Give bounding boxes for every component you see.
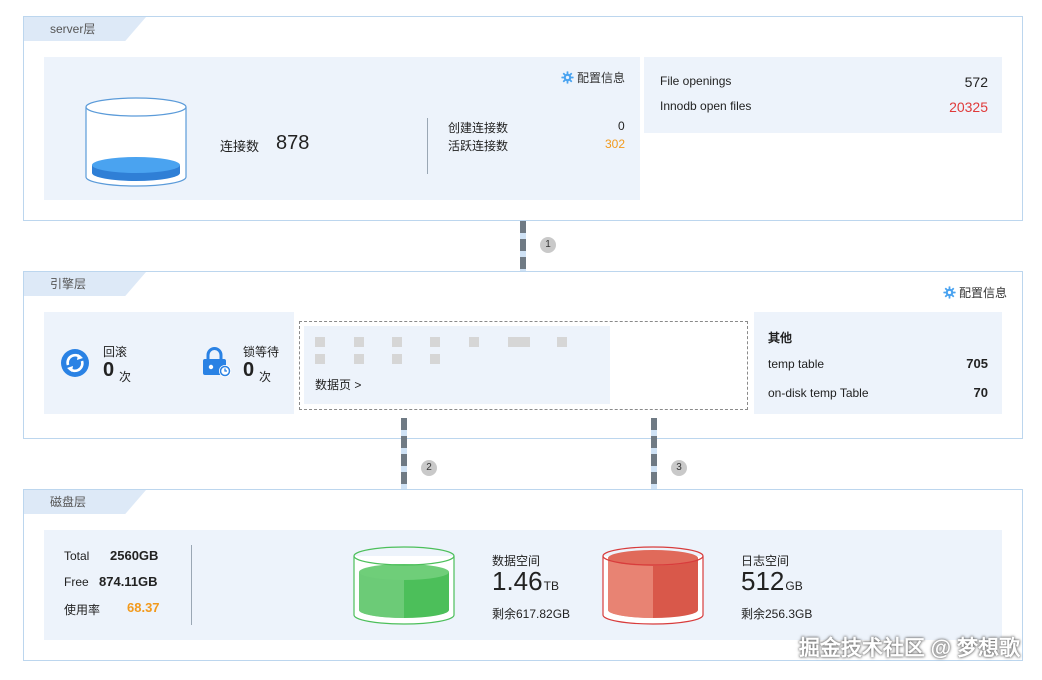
created-connections-value: 0 [618,119,625,133]
rollback-label: 回滚 [103,345,128,359]
usage-label: 使用率 [64,603,101,617]
server-connections-panel: 连接数 878 创建连接数 0 活跃连接数 302 配置信息 [44,57,640,200]
log-space-cylinder-icon [602,546,704,625]
engine-layer-section: 引擎层 配置信息 回滚 0 次 锁等待 0 次 数据页 > 其他 temp ta… [23,271,1023,439]
lockwait-unit: 次 [259,370,272,384]
gear-icon [561,71,574,84]
lock-clock-icon [203,347,231,377]
watermark: 掘金技术社区 @ 梦想歌 [798,637,1020,660]
innodb-open-files-label: Innodb open files [660,99,752,113]
engine-config-button[interactable]: 配置信息 [943,284,1007,301]
server-config-button[interactable]: 配置信息 [561,69,625,86]
gear-icon [943,286,956,299]
engine-stats-panel: 回滚 0 次 锁等待 0 次 [44,312,294,414]
rollback-unit: 次 [119,370,132,384]
buffer-pool-box: 数据页 > [299,321,748,410]
usage-value: 68.37 [127,600,160,615]
log-space-remaining: 剩余256.3GB [741,607,813,621]
data-space-value: 1.46TB [492,566,559,597]
log-space-number: 512 [741,566,785,596]
data-page-cell [557,337,567,347]
server-layer-tag: server层 [24,17,146,41]
data-page-cell [508,337,530,347]
connector-1 [520,221,526,271]
connector-badge-3: 3 [671,460,687,476]
connections-value: 878 [276,132,310,154]
active-connections-label: 活跃连接数 [448,139,509,153]
data-page-cell [354,354,364,364]
data-page-cell [430,354,440,364]
engine-layer-tag: 引擎层 [24,272,146,296]
data-space-unit: TB [543,579,559,593]
data-page-link[interactable]: 数据页 > [315,376,361,393]
log-space-unit: GB [785,579,803,593]
data-page-cell [315,337,325,347]
engine-config-label: 配置信息 [959,286,1008,300]
database-cylinder-icon [85,97,187,187]
created-connections-label: 创建连接数 [448,121,509,135]
disk-layer-tag: 磁盘层 [24,490,146,514]
data-page-cell [354,337,364,347]
engine-other-panel: 其他 temp table 705 on-disk temp Table 70 [754,312,1002,414]
free-label: Free [64,575,89,589]
data-page-cell [315,354,325,364]
data-page-cell [469,337,479,347]
total-value: 2560GB [110,548,159,563]
temp-table-label: temp table [768,357,825,371]
connections-label: 连接数 [220,139,260,154]
server-files-panel: File openings 572 Innodb open files 2032… [644,57,1002,133]
data-page-cell [392,354,402,364]
data-space-remaining: 剩余617.82GB [492,607,571,621]
data-space-cylinder-icon [353,546,455,625]
temp-table-value: 705 [966,356,988,371]
data-page-grid: 数据页 > [304,326,610,404]
connector-badge-2: 2 [421,460,437,476]
active-connections-value: 302 [605,137,626,151]
lockwait-value: 0 [243,359,255,381]
rollback-icon [61,349,89,377]
data-space-number: 1.46 [492,566,543,596]
ondisk-temp-table-value: 70 [973,385,988,400]
file-openings-label: File openings [660,74,732,88]
file-openings-value: 572 [964,74,988,90]
divider [427,118,428,174]
server-config-label: 配置信息 [577,71,626,85]
lockwait-label: 锁等待 [243,345,280,359]
disk-panel: Total 2560GB Free 874.11GB 使用率 68.37 数据空… [44,530,1002,640]
data-page-cell [430,337,440,347]
rollback-value: 0 [103,359,115,381]
data-page-cell [392,337,402,347]
server-layer-section: server层 连接数 878 创建连接数 0 活跃连接数 302 配置信息 F… [23,16,1023,221]
divider [191,545,192,625]
log-space-value: 512GB [741,566,803,597]
ondisk-temp-table-label: on-disk temp Table [768,386,869,400]
innodb-open-files-value: 20325 [949,99,988,115]
connector-badge-1: 1 [540,237,556,253]
other-title: 其他 [768,331,793,345]
free-value: 874.11GB [99,574,158,589]
total-label: Total [64,549,90,563]
